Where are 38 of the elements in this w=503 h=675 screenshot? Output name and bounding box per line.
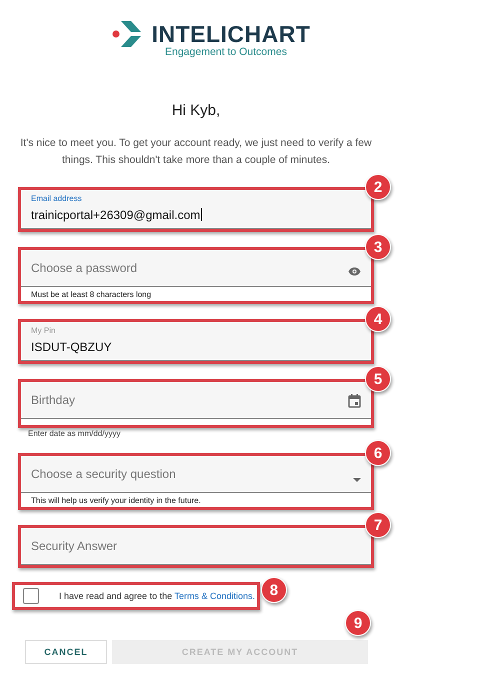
date-field[interactable]: Birthday	[21, 382, 371, 419]
cancel-button[interactable]: CANCEL	[25, 640, 107, 664]
logo-icon	[112, 20, 144, 48]
agreement-text: I have read and agree to the Terms & Conditions.	[59, 591, 255, 601]
input-field[interactable]: Email address trainicportal+26309@gmail.com	[21, 190, 371, 229]
text-cursor	[201, 208, 202, 221]
terms-link[interactable]: Terms & Conditions.	[174, 591, 255, 601]
step-badge: 5	[365, 366, 391, 392]
field-label: My Pin	[31, 326, 56, 335]
logo-tagline: Engagement to Outcomes	[164, 46, 288, 58]
step-badge: 9	[345, 610, 371, 636]
logo-wordmark: INTELICHART	[152, 20, 310, 48]
field-placeholder: Choose a security question	[31, 467, 176, 481]
field-hint: Enter date as mm/dd/yyyy	[27, 428, 122, 438]
field-placeholder: Birthday	[31, 393, 76, 407]
dropdown-caret-icon[interactable]	[353, 478, 361, 482]
input-field[interactable]: Security Answer	[21, 528, 371, 565]
step-badge: 4	[365, 306, 391, 332]
select-field[interactable]: Choose a security question	[21, 456, 371, 493]
field-value: trainicportal+26309@gmail.com	[31, 208, 200, 222]
field-hint: Must be at least 8 characters long	[21, 287, 371, 301]
step-badge: 7	[365, 512, 391, 538]
field-value: ISDUT-QBZUY	[31, 340, 112, 354]
field-hint: This will help us verify your identity in the future.	[21, 493, 371, 507]
greeting-heading: Hi Kyb,	[170, 102, 222, 119]
password-field[interactable]: Choose a password	[21, 250, 371, 287]
agree-checkbox[interactable]	[23, 588, 39, 604]
field-placeholder: Security Answer	[31, 539, 118, 553]
step-badge: 2	[365, 174, 391, 200]
step-badge: 6	[365, 440, 391, 466]
calendar-icon[interactable]	[348, 394, 361, 408]
field-placeholder: Choose a password	[31, 261, 138, 275]
eye-icon[interactable]	[348, 267, 361, 276]
input-field[interactable]: My Pin ISDUT-QBZUY	[21, 322, 371, 361]
step-badge: 8	[260, 577, 287, 603]
intro-text: It's nice to meet you. To get your account ready, we just need to verify a few things. This shouldn't take more than a couple of minutes.	[19, 136, 373, 168]
step-badge: 3	[365, 234, 391, 260]
field-label: Email address	[31, 194, 82, 203]
